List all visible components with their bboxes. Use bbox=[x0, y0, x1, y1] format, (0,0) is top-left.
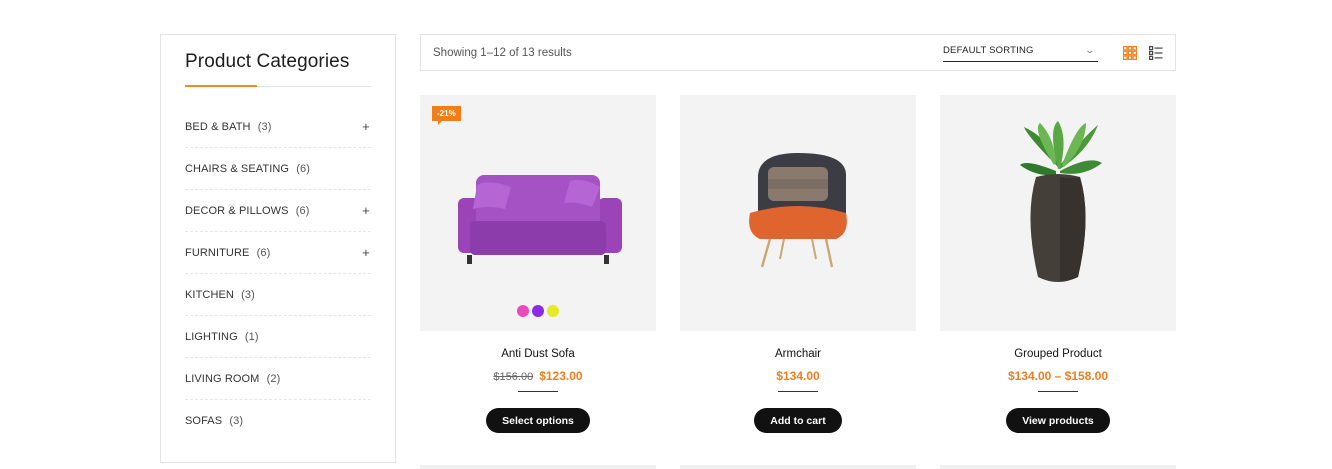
add-to-cart-button[interactable]: Add to cart bbox=[754, 408, 842, 433]
category-count: (3) bbox=[229, 415, 244, 427]
product-price: $134.00 bbox=[680, 369, 916, 383]
price-range: $134.00 – $158.00 bbox=[1007, 369, 1109, 383]
category-name[interactable]: LIVING ROOM bbox=[185, 373, 259, 385]
chevron-down-icon[interactable]: ⌄ bbox=[1085, 45, 1096, 56]
category-count: (6) bbox=[295, 204, 310, 217]
sale-price: $123.00 bbox=[539, 369, 583, 383]
price-divider bbox=[778, 391, 818, 392]
category-item-sofas[interactable]: SOFAS (3) bbox=[185, 400, 371, 442]
category-name[interactable]: BED & BATH bbox=[185, 121, 251, 133]
category-name[interactable]: DECOR & PILLOWS bbox=[185, 205, 289, 217]
product-price: $156.00 $123.00 bbox=[420, 369, 656, 383]
sorting-selected-value[interactable]: DEFAULT SORTING bbox=[943, 45, 1034, 56]
title-divider bbox=[185, 85, 371, 87]
product-title[interactable]: Armchair bbox=[680, 348, 916, 360]
category-name[interactable]: SOFAS bbox=[185, 415, 222, 427]
category-count: (3) bbox=[241, 288, 255, 301]
widget-title: Product Categories bbox=[185, 51, 350, 72]
price-divider bbox=[1038, 391, 1078, 392]
product-card-anti-dust-sofa[interactable]: -21% Anti Dust Sofa $156.00 $123.00 Selec… bbox=[420, 95, 656, 433]
category-count: (6) bbox=[296, 162, 310, 175]
category-name[interactable]: CHAIRS & SEATING bbox=[185, 163, 289, 175]
swatch-purple[interactable] bbox=[532, 305, 544, 317]
product-categories-widget: Product Categories BED & BATH (3) + CHAI… bbox=[160, 34, 396, 463]
product-card-armchair[interactable]: Armchair $134.00 Add to cart bbox=[680, 95, 916, 433]
category-item-lighting[interactable]: LIGHTING (1) bbox=[185, 316, 371, 358]
color-swatches bbox=[517, 305, 559, 317]
title-accent-bar bbox=[185, 85, 257, 87]
category-name[interactable]: LIGHTING bbox=[185, 331, 238, 343]
product-image[interactable] bbox=[680, 95, 916, 331]
product-title[interactable]: Grouped Product bbox=[940, 348, 1176, 360]
sofa-image[interactable] bbox=[420, 95, 656, 331]
product-price: $134.00 – $158.00 bbox=[940, 369, 1176, 383]
plant-vase-image[interactable] bbox=[940, 95, 1176, 331]
expand-plus-icon[interactable]: + bbox=[361, 245, 371, 260]
category-count: (6) bbox=[256, 246, 271, 259]
category-count: (2) bbox=[266, 372, 281, 385]
grid-view-icon[interactable] bbox=[1123, 46, 1137, 60]
next-row-card-edge bbox=[680, 465, 916, 469]
expand-plus-icon[interactable]: + bbox=[361, 203, 371, 218]
result-count: Showing 1–12 of 13 results bbox=[433, 46, 572, 59]
product-card-grouped-product[interactable]: Grouped Product $134.00 – $158.00 View p… bbox=[940, 95, 1176, 433]
next-row-card-edge bbox=[940, 465, 1176, 469]
product-title[interactable]: Anti Dust Sofa bbox=[420, 348, 656, 360]
next-row-card-edge bbox=[420, 465, 656, 469]
regular-price: $156.00 bbox=[493, 371, 534, 383]
sorting-select[interactable]: DEFAULT SORTING ⌄ bbox=[943, 43, 1098, 62]
category-item-furniture[interactable]: FURNITURE (6) + bbox=[185, 232, 371, 274]
product-image[interactable] bbox=[940, 95, 1176, 331]
armchair-image[interactable] bbox=[680, 95, 916, 331]
expand-plus-icon[interactable]: + bbox=[361, 119, 371, 134]
price-divider bbox=[518, 391, 558, 392]
category-name[interactable]: FURNITURE bbox=[185, 247, 249, 259]
category-item-kitchen[interactable]: KITCHEN (3) bbox=[185, 274, 371, 316]
category-item-decor-pillows[interactable]: DECOR & PILLOWS (6) + bbox=[185, 190, 371, 232]
category-name[interactable]: KITCHEN bbox=[185, 289, 234, 301]
product-image[interactable]: -21% bbox=[420, 95, 656, 331]
category-count: (3) bbox=[257, 120, 272, 133]
shop-toolbar: Showing 1–12 of 13 results DEFAULT SORTI… bbox=[420, 34, 1176, 71]
swatch-pink[interactable] bbox=[517, 305, 529, 317]
category-item-living-room[interactable]: LIVING ROOM (2) bbox=[185, 358, 371, 400]
select-options-button[interactable]: Select options bbox=[486, 408, 590, 433]
category-list: BED & BATH (3) + CHAIRS & SEATING (6) DE… bbox=[185, 106, 371, 442]
category-count: (1) bbox=[244, 330, 259, 343]
category-item-bed-bath[interactable]: BED & BATH (3) + bbox=[185, 106, 371, 148]
category-item-chairs-seating[interactable]: CHAIRS & SEATING (6) bbox=[185, 148, 371, 190]
view-products-button[interactable]: View products bbox=[1006, 408, 1110, 433]
price-amount: $134.00 bbox=[776, 369, 820, 383]
swatch-yellow[interactable] bbox=[547, 305, 559, 317]
list-view-icon[interactable] bbox=[1149, 46, 1163, 60]
